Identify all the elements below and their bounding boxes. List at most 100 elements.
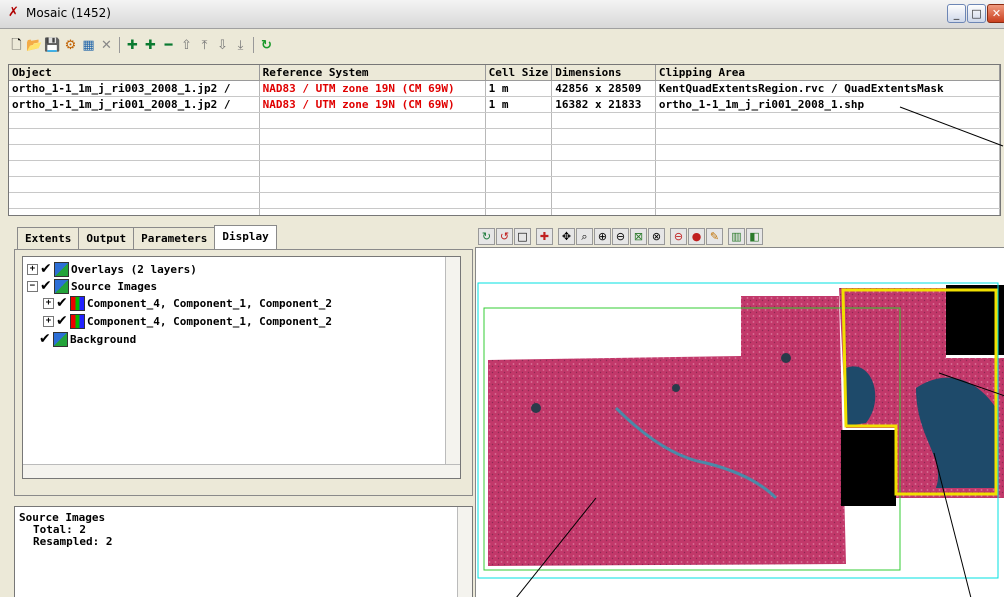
tree-item-overlays[interactable]: + ✔ Overlays (2 layers)	[27, 261, 197, 277]
table-row-empty	[9, 112, 1000, 129]
expand-icon[interactable]: +	[43, 297, 54, 309]
main-toolbar: 🗋 📂 💾 ⚙ ▦ ✕ ✚ ✚ ━ ⇧ ⤒ ⇩ ⤓ ↻	[8, 35, 275, 55]
info-vertical-scrollbar[interactable]	[457, 507, 472, 597]
delete-icon[interactable]: ✕	[98, 37, 115, 54]
tree-item-label: Component_4, Component_1, Component_2	[87, 314, 333, 328]
cell-object[interactable]: ortho_1-1_1m_j_ri001_2008_1.jp2 /	[9, 96, 260, 113]
cell-dimensions[interactable]: 16382 x 21833	[551, 96, 656, 113]
raise-icon[interactable]: ⇧	[178, 37, 195, 54]
window-title: Mosaic (1452)	[26, 6, 111, 20]
cell-reference-system[interactable]: NAD83 / UTM zone 19N (CM 69W)	[259, 96, 486, 113]
mosaic-window: ✗ Mosaic (1452) _ □ ✕ 🗋 📂 💾 ⚙ ▦ ✕ ✚ ✚ ━ …	[0, 0, 1004, 597]
expand-icon[interactable]: +	[43, 315, 54, 327]
tab-display[interactable]: Display	[214, 225, 277, 249]
tree-item-background[interactable]: ✔ Background	[39, 331, 136, 347]
tree-item-component[interactable]: + ✔ Component_4, Component_1, Component_…	[43, 295, 332, 311]
nodata-area	[841, 430, 896, 506]
table-row-empty	[9, 176, 1000, 193]
zoom-box-icon[interactable]: ⌕	[576, 228, 593, 245]
stop-icon[interactable]: ●	[688, 228, 705, 245]
objects-table[interactable]: Object Reference System Cell Size Dimens…	[8, 64, 1001, 216]
table-row-empty	[9, 192, 1000, 209]
pane-splitter[interactable]	[0, 216, 1004, 220]
zoom-previous-icon[interactable]: ⊖	[670, 228, 687, 245]
tree-item-label: Component_4, Component_1, Component_2	[87, 296, 333, 310]
table-row-empty	[9, 128, 1000, 145]
locate-icon[interactable]: ✚	[536, 228, 553, 245]
full-view-icon[interactable]: □	[514, 228, 531, 245]
table-row[interactable]: ortho_1-1_1m_j_ri001_2008_1.jp2 / NAD83 …	[9, 96, 1000, 113]
tree-item-component[interactable]: + ✔ Component_4, Component_1, Component_…	[43, 313, 332, 329]
close-button[interactable]: ✕	[987, 4, 1004, 23]
cell-reference-system[interactable]: NAD83 / UTM zone 19N (CM 69W)	[259, 80, 486, 97]
checkmark-icon[interactable]: ✔	[40, 261, 52, 277]
map-view[interactable]	[475, 247, 1004, 597]
title-bar: ✗ Mosaic (1452) _ □ ✕	[0, 0, 1004, 29]
cell-clipping-area[interactable]: KentQuadExtentsRegion.rvc / QuadExtentsM…	[655, 80, 1000, 97]
add-objects-icon[interactable]: ▦	[80, 37, 97, 54]
tab-parameters[interactable]: Parameters	[133, 227, 216, 249]
tree-item-label: Overlays (2 layers)	[71, 262, 197, 276]
refresh-icon[interactable]: ↻	[258, 37, 275, 54]
tree-horizontal-scrollbar[interactable]	[23, 464, 460, 478]
tree-vertical-scrollbar[interactable]	[445, 257, 460, 478]
info-resampled: Resampled: 2	[33, 535, 113, 548]
checkmark-icon[interactable]: ✔	[56, 313, 68, 329]
column-header-clipping-area[interactable]: Clipping Area	[655, 65, 1000, 81]
checkmark-icon[interactable]: ✔	[56, 295, 68, 311]
table-row[interactable]: ortho_1-1_1m_j_ri003_2008_1.jp2 / NAD83 …	[9, 80, 1000, 97]
zoom-in-icon[interactable]: ⊕	[594, 228, 611, 245]
tree-item-label: Source Images	[71, 279, 158, 293]
column-header-reference-system[interactable]: Reference System	[259, 65, 486, 81]
column-header-object[interactable]: Object	[9, 65, 260, 81]
add-icon[interactable]: ✚	[124, 37, 141, 54]
rgb-raster-icon	[70, 313, 85, 329]
cell-dimensions[interactable]: 42856 x 28509	[551, 80, 656, 97]
tree-item-source-images[interactable]: − ✔ Source Images	[27, 278, 157, 294]
layer-controls-icon[interactable]: ◧	[746, 228, 763, 245]
lower-icon[interactable]: ⇩	[214, 37, 231, 54]
run-icon[interactable]: ⚙	[62, 37, 79, 54]
table-row-empty	[9, 160, 1000, 177]
lower-bottom-icon[interactable]: ⤓	[232, 37, 249, 54]
lake-feature	[781, 353, 791, 363]
remove-icon[interactable]: ━	[160, 37, 177, 54]
layer-group-icon	[53, 331, 68, 347]
save-icon[interactable]: 💾	[44, 37, 61, 54]
tab-extents[interactable]: Extents	[17, 227, 80, 249]
minimize-button[interactable]: _	[947, 4, 966, 23]
source-image-west	[488, 296, 846, 566]
lake-feature	[531, 403, 541, 413]
expand-icon[interactable]: +	[27, 263, 38, 275]
toolbar-separator	[119, 37, 120, 53]
zoom-out-icon[interactable]: ⊖	[612, 228, 629, 245]
column-header-cell-size[interactable]: Cell Size	[485, 65, 553, 81]
mosaic-map	[477, 282, 1004, 597]
cell-cell-size[interactable]: 1 m	[485, 96, 553, 113]
tab-output[interactable]: Output	[78, 227, 135, 249]
gps-icon[interactable]: ▥	[728, 228, 745, 245]
checkmark-icon[interactable]: ✔	[40, 278, 52, 294]
new-icon[interactable]: 🗋	[8, 37, 25, 54]
zoom-actual-icon[interactable]: ⊗	[648, 228, 665, 245]
redraw-icon[interactable]: ↻	[478, 228, 495, 245]
tree-item-label: Background	[70, 332, 137, 346]
raise-top-icon[interactable]: ⤒	[196, 37, 213, 54]
pan-icon[interactable]: ✥	[558, 228, 575, 245]
cell-clipping-area[interactable]: ortho_1-1_1m_j_ri001_2008_1.shp	[655, 96, 1000, 113]
table-row-empty	[9, 208, 1000, 215]
cancel-redraw-icon[interactable]: ↺	[496, 228, 513, 245]
lake-feature	[672, 384, 680, 392]
layer-tree[interactable]: + ✔ Overlays (2 layers) − ✔ Source Image…	[22, 256, 461, 479]
cell-cell-size[interactable]: 1 m	[485, 80, 553, 97]
add-all-icon[interactable]: ✚	[142, 37, 159, 54]
cell-object[interactable]: ortho_1-1_1m_j_ri003_2008_1.jp2 /	[9, 80, 260, 97]
column-header-dimensions[interactable]: Dimensions	[551, 65, 656, 81]
collapse-icon[interactable]: −	[27, 280, 38, 292]
table-row-empty	[9, 144, 1000, 161]
open-icon[interactable]: 📂	[26, 37, 43, 54]
zoom-extents-icon[interactable]: ⊠	[630, 228, 647, 245]
measure-icon[interactable]: ✎	[706, 228, 723, 245]
checkmark-icon[interactable]: ✔	[39, 331, 51, 347]
maximize-button[interactable]: □	[967, 4, 986, 23]
